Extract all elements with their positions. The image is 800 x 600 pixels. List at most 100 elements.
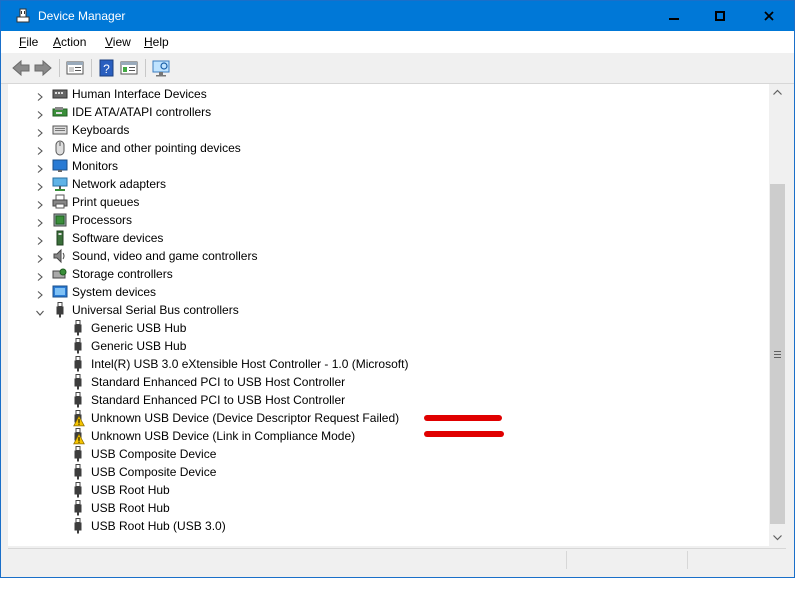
tree-device-row[interactable]: USB Root Hub (USB 3.0) xyxy=(8,517,768,535)
tree-device-row[interactable]: Standard Enhanced PCI to USB Host Contro… xyxy=(8,391,768,409)
tree-device-row[interactable]: USB Root Hub xyxy=(8,481,768,499)
chevron-right-icon[interactable] xyxy=(35,233,45,245)
tree-device-row[interactable]: Generic USB Hub xyxy=(8,337,768,355)
chevron-right-icon[interactable] xyxy=(35,179,45,191)
tree-category-label: IDE ATA/ATAPI controllers xyxy=(72,105,212,119)
storage-controller-icon xyxy=(52,266,68,282)
minimize-button[interactable] xyxy=(651,1,697,31)
tree-category-row[interactable]: Print queues xyxy=(8,193,768,211)
tree-category-row[interactable]: Monitors xyxy=(8,157,768,175)
help-icon[interactable]: ? xyxy=(97,58,119,78)
usb-connector-icon xyxy=(70,464,86,480)
tree-category-row[interactable]: Human Interface Devices xyxy=(8,85,768,103)
menu-file[interactable]: File xyxy=(19,35,38,49)
properties-icon[interactable] xyxy=(119,58,141,78)
usb-connector-icon xyxy=(70,392,86,408)
hid-icon xyxy=(52,86,68,102)
scroll-up-button[interactable] xyxy=(769,84,786,101)
tree-category-row[interactable]: Processors xyxy=(8,211,768,229)
chevron-right-icon[interactable] xyxy=(35,161,45,173)
warning-icon xyxy=(73,432,85,445)
usb-connector-icon xyxy=(70,374,86,390)
status-pane xyxy=(567,551,688,569)
tree-device-label: USB Root Hub xyxy=(91,501,170,515)
vertical-scrollbar[interactable] xyxy=(769,84,786,546)
usb-connector-icon xyxy=(70,320,86,336)
tree-category-label: Storage controllers xyxy=(72,267,173,281)
tree-category-label: Keyboards xyxy=(72,123,130,137)
tree-device-label: Generic USB Hub xyxy=(91,321,187,335)
usb-connector-icon xyxy=(70,356,86,372)
tree-device-row[interactable]: Unknown USB Device (Link in Compliance M… xyxy=(8,427,768,445)
chevron-right-icon[interactable] xyxy=(35,143,45,155)
tree-device-row[interactable]: Generic USB Hub xyxy=(8,319,768,337)
device-manager-app-icon xyxy=(15,8,31,24)
mouse-icon xyxy=(52,140,68,156)
status-pane xyxy=(8,551,567,569)
scroll-thumb[interactable] xyxy=(770,184,785,524)
tree-device-label: USB Root Hub (USB 3.0) xyxy=(91,519,226,533)
tree-device-label: Intel(R) USB 3.0 eXtensible Host Control… xyxy=(91,357,409,371)
tree-device-row[interactable]: USB Root Hub xyxy=(8,499,768,517)
usb-connector-icon xyxy=(52,302,68,318)
tree-device-label: Standard Enhanced PCI to USB Host Contro… xyxy=(91,375,346,389)
chevron-right-icon[interactable] xyxy=(35,107,45,119)
network-adapter-icon xyxy=(52,176,68,192)
tree-device-label: USB Composite Device xyxy=(91,465,217,479)
window-title: Device Manager xyxy=(38,9,126,23)
usb-connector-icon xyxy=(70,446,86,462)
tree-category-label: Monitors xyxy=(72,159,119,173)
software-device-icon xyxy=(52,230,68,246)
tree-device-row[interactable]: Intel(R) USB 3.0 eXtensible Host Control… xyxy=(8,355,768,373)
tree-device-row[interactable]: USB Composite Device xyxy=(8,445,768,463)
forward-arrow-icon[interactable] xyxy=(33,58,55,78)
chevron-right-icon[interactable] xyxy=(35,89,45,101)
toolbar-separator xyxy=(145,59,146,77)
back-arrow-icon[interactable] xyxy=(11,58,33,78)
svg-text:?: ? xyxy=(103,62,110,76)
printer-icon xyxy=(52,194,68,210)
tree-category-row[interactable]: Software devices xyxy=(8,229,768,247)
status-bar xyxy=(8,548,786,571)
menu-view[interactable]: View xyxy=(105,35,131,49)
tree-device-row[interactable]: Unknown USB Device (Device Descriptor Re… xyxy=(8,409,768,427)
maximize-button[interactable] xyxy=(697,1,743,31)
red-annotation-mark xyxy=(424,415,502,421)
chevron-right-icon[interactable] xyxy=(35,251,45,263)
chevron-right-icon[interactable] xyxy=(35,197,45,209)
tree-category-row[interactable]: Keyboards xyxy=(8,121,768,139)
tree-category-row[interactable]: Mice and other pointing devices xyxy=(8,139,768,157)
show-hide-console-tree-icon[interactable] xyxy=(65,58,87,78)
tree-category-row[interactable]: Storage controllers xyxy=(8,265,768,283)
monitor-icon xyxy=(52,158,68,174)
menu-action[interactable]: Action xyxy=(53,35,86,49)
title-bar[interactable]: Device Manager xyxy=(1,1,794,31)
scan-hardware-changes-icon[interactable] xyxy=(151,58,173,78)
tree-device-label: USB Composite Device xyxy=(91,447,217,461)
tree-device-label: Generic USB Hub xyxy=(91,339,187,353)
tree-category-label: Universal Serial Bus controllers xyxy=(72,303,239,317)
tree-category-label: Mice and other pointing devices xyxy=(72,141,241,155)
tree-device-row[interactable]: USB Composite Device xyxy=(8,463,768,481)
toolbar-separator xyxy=(91,59,92,77)
scroll-down-button[interactable] xyxy=(769,529,786,546)
tree-category-row[interactable]: Network adapters xyxy=(8,175,768,193)
chevron-right-icon[interactable] xyxy=(35,215,45,227)
menu-bar: File Action View Help xyxy=(1,31,794,53)
tree-category-row[interactable]: IDE ATA/ATAPI controllers xyxy=(8,103,768,121)
tree-category-row[interactable]: Universal Serial Bus controllers xyxy=(8,301,768,319)
tree-category-label: Sound, video and game controllers xyxy=(72,249,258,263)
device-tree[interactable]: Human Interface Devices IDE ATA/ATAPI con… xyxy=(8,84,769,546)
chevron-right-icon[interactable] xyxy=(35,269,45,281)
tree-device-label: Standard Enhanced PCI to USB Host Contro… xyxy=(91,393,346,407)
chevron-down-icon[interactable] xyxy=(35,305,45,316)
tree-category-row[interactable]: Sound, video and game controllers xyxy=(8,247,768,265)
usb-connector-icon xyxy=(70,482,86,498)
menu-help[interactable]: Help xyxy=(144,35,169,49)
scroll-grip xyxy=(774,354,781,355)
close-button[interactable] xyxy=(743,1,794,31)
chevron-right-icon[interactable] xyxy=(35,287,45,299)
tree-category-row[interactable]: System devices xyxy=(8,283,768,301)
tree-device-row[interactable]: Standard Enhanced PCI to USB Host Contro… xyxy=(8,373,768,391)
chevron-right-icon[interactable] xyxy=(35,125,45,137)
